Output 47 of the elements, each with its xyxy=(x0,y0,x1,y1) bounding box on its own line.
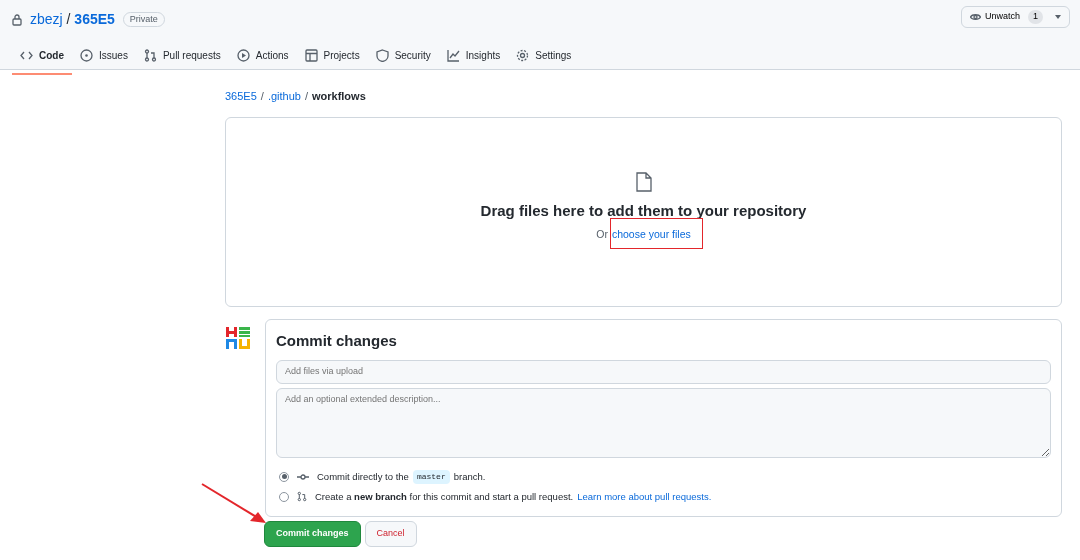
option-text: Create a new branch for this commit and start a pull request. xyxy=(315,489,574,504)
issue-icon xyxy=(80,49,93,62)
file-icon xyxy=(635,172,652,193)
choose-files-link[interactable]: choose your files xyxy=(611,227,691,240)
repo-tab[interactable]: Actions xyxy=(228,42,297,75)
unwatch-label: Unwatch xyxy=(984,10,1020,24)
drop-prefix: Or xyxy=(596,226,608,242)
owner-link[interactable]: zbezj xyxy=(30,11,63,27)
breadcrumb-current: workflows xyxy=(311,90,366,102)
graph-icon xyxy=(446,49,460,62)
option-text: branch. xyxy=(453,469,486,484)
logo-icon xyxy=(225,324,251,351)
option-text: Commit directly to the xyxy=(317,469,409,484)
repo-tab[interactable]: Issues xyxy=(72,42,136,75)
repo-tab[interactable]: Security xyxy=(367,42,439,75)
pull-request-icon xyxy=(297,491,307,503)
separator: / xyxy=(260,90,264,102)
lock-icon xyxy=(12,13,22,26)
summary-field[interactable]: Add files via upload xyxy=(276,360,1051,384)
unwatch-button[interactable]: Unwatch 1 xyxy=(960,6,1070,28)
separator: / xyxy=(66,11,71,27)
branch-name: master xyxy=(412,469,450,484)
repo-tab[interactable]: Pull requests xyxy=(135,42,229,75)
arrow-drawing xyxy=(200,482,268,524)
repo-tab[interactable]: Insights xyxy=(438,42,509,75)
code-icon xyxy=(20,49,33,62)
repo-tab[interactable]: Code xyxy=(12,42,72,75)
pull-request-icon xyxy=(143,49,157,62)
eye-icon xyxy=(969,13,981,21)
breadcrumb-link[interactable]: .github xyxy=(267,90,301,102)
shield-icon xyxy=(375,49,389,62)
repo-tab[interactable]: Settings xyxy=(508,42,580,75)
drop-zone[interactable]: Drag files here to add them to your repository Or choose your files xyxy=(225,116,1062,307)
commit-title: Commit changes xyxy=(276,330,398,351)
repo-link[interactable]: 365E5 xyxy=(74,11,115,27)
breadcrumb-link[interactable]: 365E5 xyxy=(225,90,257,102)
learn-more-link[interactable]: Learn more about pull requests. xyxy=(577,489,712,504)
description-field[interactable]: Add an optional extended description... xyxy=(276,387,1051,458)
separator: / xyxy=(304,90,308,102)
table-icon xyxy=(304,49,318,62)
caret-icon xyxy=(1055,15,1061,19)
drop-title: Drag files here to add them to your repository xyxy=(480,201,807,222)
play-icon xyxy=(236,49,250,62)
commit-icon xyxy=(297,472,309,481)
cancel-button[interactable]: Cancel xyxy=(364,521,417,547)
settings-icon xyxy=(516,49,530,62)
repo-tab[interactable]: Projects xyxy=(296,42,368,75)
